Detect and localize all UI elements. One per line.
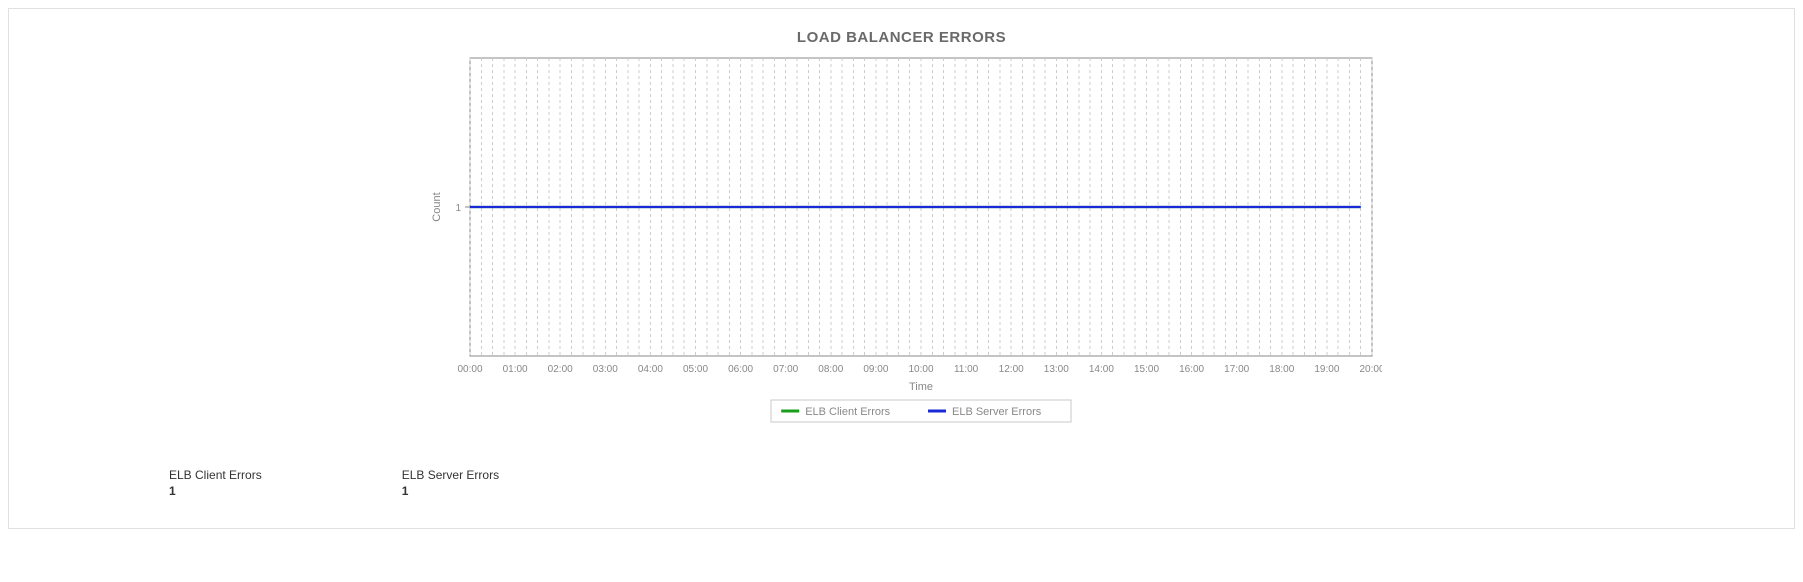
svg-text:12:00: 12:00 [998, 364, 1023, 375]
svg-text:17:00: 17:00 [1224, 364, 1249, 375]
svg-text:11:00: 11:00 [953, 364, 978, 375]
chart-title: LOAD BALANCER ERRORS [29, 29, 1774, 46]
svg-text:01:00: 01:00 [502, 364, 527, 375]
svg-text:1: 1 [455, 203, 461, 214]
svg-text:18:00: 18:00 [1269, 364, 1294, 375]
summary-item: ELB Server Errors 1 [402, 468, 499, 498]
svg-text:13:00: 13:00 [1043, 364, 1068, 375]
load-balancer-errors-chart: 00:00 01:00 02:00 03:00 04:00 05:00 06:00 07:00… [422, 52, 1382, 432]
svg-text:Time: Time [908, 381, 932, 393]
summary-row: ELB Client Errors 1 ELB Server Errors 1 [169, 468, 1774, 498]
svg-text:08:00: 08:00 [818, 364, 843, 375]
svg-text:ELB Server Errors: ELB Server Errors [952, 406, 1042, 418]
svg-text:15:00: 15:00 [1133, 364, 1158, 375]
summary-item: ELB Client Errors 1 [169, 468, 262, 498]
svg-text:06:00: 06:00 [728, 364, 753, 375]
svg-text:05:00: 05:00 [682, 364, 707, 375]
svg-text:07:00: 07:00 [773, 364, 798, 375]
chart-container: 00:00 01:00 02:00 03:00 04:00 05:00 06:00 07:00… [29, 52, 1774, 432]
svg-text:09:00: 09:00 [863, 364, 888, 375]
svg-text:20:00: 20:00 [1359, 364, 1382, 375]
svg-text:02:00: 02:00 [547, 364, 572, 375]
summary-value: 1 [169, 484, 262, 498]
svg-text:00:00: 00:00 [457, 364, 482, 375]
svg-text:14:00: 14:00 [1088, 364, 1113, 375]
summary-label: ELB Server Errors [402, 468, 499, 482]
svg-text:Count: Count [431, 192, 443, 221]
svg-text:10:00: 10:00 [908, 364, 933, 375]
svg-text:ELB Client Errors: ELB Client Errors [805, 406, 890, 418]
svg-text:19:00: 19:00 [1314, 364, 1339, 375]
svg-text:16:00: 16:00 [1179, 364, 1204, 375]
summary-label: ELB Client Errors [169, 468, 262, 482]
summary-value: 1 [402, 484, 499, 498]
chart-panel: LOAD BALANCER ERRORS 00:00 01:00 02:00 03:0… [8, 8, 1795, 529]
svg-text:03:00: 03:00 [592, 364, 617, 375]
svg-text:04:00: 04:00 [637, 364, 662, 375]
